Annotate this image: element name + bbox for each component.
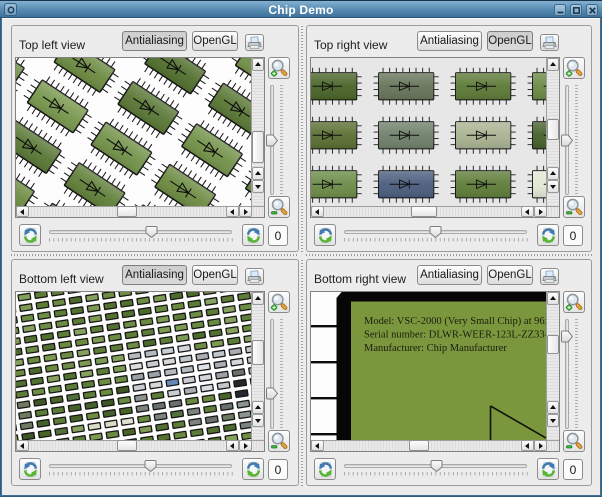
svg-text:Serial number: DLWR-WEER-123L-: Serial number: DLWR-WEER-123L-ZZ33-SDSJ (364, 330, 546, 341)
svg-text:Manufacturer: Chip Manufacture: Manufacturer: Chip Manufacturer (364, 343, 507, 354)
svg-text:Model: VSC-2000 (Very Small Ch: Model: VSC-2000 (Very Small Chip) at 96x… (364, 316, 546, 327)
